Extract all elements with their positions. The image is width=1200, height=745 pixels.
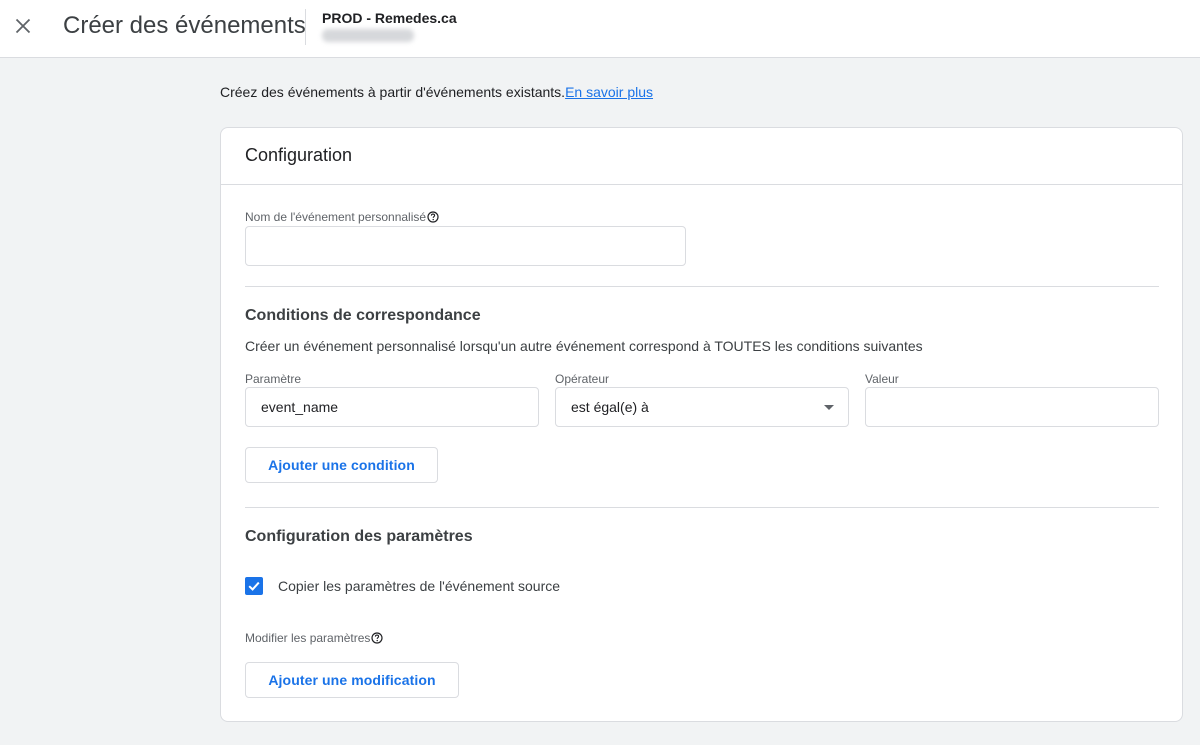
parameter-input[interactable]: event_name (245, 387, 539, 427)
title-divider (305, 9, 306, 45)
value-input[interactable] (865, 387, 1159, 427)
property-name: PROD - Remedes.ca (322, 10, 457, 26)
matching-conditions-title: Conditions de correspondance (245, 307, 481, 324)
add-modification-button[interactable]: Ajouter une modification (245, 662, 459, 698)
close-button[interactable] (8, 11, 38, 41)
divider (245, 507, 1159, 508)
learn-more-link[interactable]: En savoir plus (565, 84, 653, 100)
help-icon[interactable] (427, 211, 439, 223)
operator-label: Opérateur (555, 372, 610, 386)
property-id-blurred (322, 29, 414, 42)
divider (245, 286, 1159, 287)
custom-event-name-label: Nom de l'événement personnalisé (245, 210, 439, 224)
modify-parameters-label: Modifier les paramètres (245, 631, 383, 645)
intro-text: Créez des événements à partir d'événemen… (220, 84, 653, 100)
operator-selected-value: est égal(e) à (571, 399, 649, 415)
intro-description: Créez des événements à partir d'événemen… (220, 84, 566, 100)
modify-parameters-label-text: Modifier les paramètres (245, 631, 371, 645)
page-title: Créer des événements (63, 12, 306, 39)
chevron-down-icon[interactable] (824, 405, 834, 410)
top-bar: Créer des événements PROD - Remedes.ca (0, 0, 1200, 58)
value-label: Valeur (865, 372, 899, 386)
operator-select[interactable]: est égal(e) à (555, 387, 849, 427)
card-header: Configuration (221, 128, 1182, 185)
add-condition-button[interactable]: Ajouter une condition (245, 447, 438, 483)
custom-event-name-label-text: Nom de l'événement personnalisé (245, 210, 427, 224)
card-title: Configuration (245, 145, 353, 165)
configuration-card: Configuration Nom de l'événement personn… (220, 127, 1183, 722)
close-icon[interactable] (15, 18, 31, 34)
custom-event-name-input[interactable] (245, 226, 686, 266)
help-icon[interactable] (371, 632, 383, 644)
copy-parameters-label: Copier les paramètres de l'événement sou… (278, 578, 561, 594)
parameter-label: Paramètre (245, 372, 302, 386)
copy-parameters-checkbox[interactable] (245, 577, 263, 595)
check-icon (248, 581, 260, 591)
matching-conditions-description: Créer un événement personnalisé lorsqu'u… (245, 338, 923, 354)
parameter-configuration-title: Configuration des paramètres (245, 528, 473, 545)
